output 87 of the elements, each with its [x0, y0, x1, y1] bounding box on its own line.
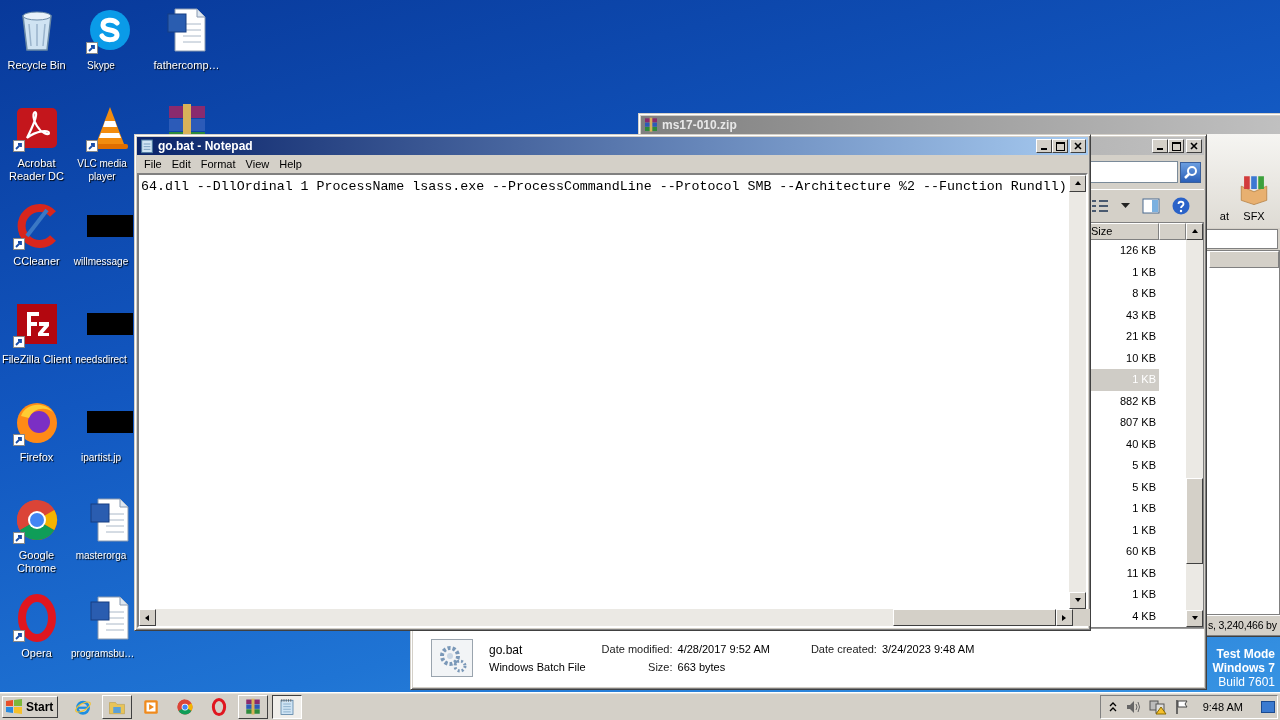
flag-icon[interactable]: [1174, 698, 1189, 715]
show-desktop-icon[interactable]: [1261, 699, 1275, 714]
preview-pane-icon[interactable]: [1142, 198, 1160, 214]
desktop-icon-label[interactable]: Recycle Bin: [0, 59, 73, 72]
scroll-left-button[interactable]: [139, 609, 156, 626]
scroll-down-button[interactable]: [1069, 592, 1086, 609]
close-button[interactable]: [1186, 139, 1202, 153]
archive-icon: [244, 697, 263, 716]
menu-item[interactable]: View: [240, 158, 275, 170]
scroll-thumb[interactable]: [893, 609, 1056, 626]
field-label: Date created:: [810, 643, 877, 655]
desktop-icon-label[interactable]: ipartist.jp: [71, 451, 131, 464]
scroll-thumb[interactable]: [1186, 478, 1203, 564]
desktop-icon-label[interactable]: Acrobat Reader DC: [0, 157, 73, 183]
search-field[interactable]: [1090, 161, 1178, 183]
text-line: 64.dll --DllOrdinal 1 ProcessName lsass.exe --ProcessCommandLine --Protocol SMB --Architecture %2 --Function Rundll): [141, 179, 1067, 194]
menu-item[interactable]: Format: [195, 158, 241, 170]
field-value: 4/28/2017 9:52 AM: [677, 643, 770, 655]
file-name: go.bat: [489, 643, 524, 657]
close-icon: [1190, 142, 1198, 150]
vertical-scrollbar[interactable]: [1186, 223, 1203, 627]
text-area[interactable]: 64.dll --DllOrdinal 1 ProcessName lsass.exe --ProcessCommandLine --Protocol SMB --Architecture %2 --Function Rundll): [137, 173, 1088, 628]
desktop-icon-label[interactable]: Firefox: [0, 451, 73, 464]
opera-icon: [210, 697, 229, 716]
desktop-icon-label[interactable]: fathercomp…: [150, 59, 223, 72]
notepad-icon: [139, 138, 155, 154]
notepad-icon: [278, 697, 297, 716]
scroll-right-button[interactable]: [1056, 609, 1073, 626]
desktop-icon-label[interactable]: FileZilla Client: [0, 353, 73, 366]
triangle-up-icon: [1190, 227, 1199, 236]
file-type: Windows Batch File: [489, 661, 586, 673]
path-field[interactable]: [1206, 229, 1278, 249]
desktop-icon-label[interactable]: CCleaner: [0, 255, 73, 268]
windows-flag-icon: [5, 698, 23, 715]
field-label: Size:: [647, 661, 673, 673]
close-button[interactable]: [1070, 139, 1086, 153]
window-title: go.bat - Notepad: [158, 139, 254, 153]
gear-file-icon: [431, 639, 473, 677]
toolbar-label[interactable]: SFX: [1243, 210, 1265, 222]
menu-item[interactable]: Help: [274, 158, 307, 170]
archive-icon: [643, 117, 659, 133]
field-value: 3/24/2023 9:48 AM: [881, 643, 975, 655]
taskbar-app-button[interactable]: [272, 694, 303, 719]
os-notice-text: Test Mode: [1216, 647, 1275, 661]
view-list-icon[interactable]: [1091, 198, 1109, 214]
status-text: s, 3,240,466 by: [1208, 619, 1277, 631]
clock[interactable]: 9:48 AM: [1202, 700, 1243, 713]
column-header[interactable]: [1209, 251, 1279, 268]
maximize-button[interactable]: [1168, 139, 1184, 153]
column-header[interactable]: Size: [1089, 223, 1159, 240]
desktop-icon-label[interactable]: programsbu…: [71, 647, 133, 660]
os-notice-text: Build 7601: [1218, 675, 1275, 689]
toolbar-label[interactable]: at: [1219, 210, 1229, 222]
field-value: 663 bytes: [677, 661, 727, 673]
menu-item[interactable]: File: [139, 158, 167, 170]
media-player-icon: [142, 697, 161, 716]
desktop-icon-label[interactable]: willmessage: [71, 255, 131, 268]
column-header[interactable]: [1159, 223, 1186, 240]
triangle-up-icon: [1073, 179, 1082, 188]
menu-item[interactable]: Edit: [166, 158, 196, 170]
search-icon: [1183, 165, 1198, 179]
desktop-icon-label[interactable]: Google Chrome: [0, 549, 73, 575]
minimize-button[interactable]: [1152, 139, 1168, 153]
desktop-icon-label[interactable]: needsdirect: [71, 353, 131, 366]
maximize-icon: [1055, 141, 1065, 151]
minimize-button[interactable]: [1036, 139, 1052, 153]
field-label: Date modified:: [601, 643, 673, 655]
chevron-up-icon[interactable]: [1108, 701, 1117, 712]
scroll-down-button[interactable]: [1186, 610, 1203, 627]
chrome-icon: [176, 697, 195, 716]
os-notice-text: Windows 7: [1212, 661, 1275, 675]
help-icon[interactable]: [1172, 197, 1190, 215]
caret-icon[interactable]: [1121, 203, 1130, 209]
desktop-icon-label[interactable]: VLC media player: [71, 157, 133, 183]
window-title: ms17-010.zip: [662, 118, 738, 132]
desktop-icon-label[interactable]: masterorga: [71, 549, 131, 562]
vertical-scrollbar[interactable]: [1069, 175, 1086, 609]
network-icon[interactable]: [1148, 698, 1167, 715]
start-button[interactable]: Start: [2, 695, 59, 718]
scroll-up-button[interactable]: [1186, 223, 1203, 240]
maximize-icon: [1171, 141, 1181, 151]
triangle-left-icon: [143, 613, 152, 622]
scroll-up-button[interactable]: [1069, 175, 1086, 192]
search-button[interactable]: [1180, 161, 1201, 183]
close-icon: [1074, 142, 1082, 150]
desktop-icon-label[interactable]: Skype: [71, 59, 131, 72]
maximize-button[interactable]: [1052, 139, 1068, 153]
